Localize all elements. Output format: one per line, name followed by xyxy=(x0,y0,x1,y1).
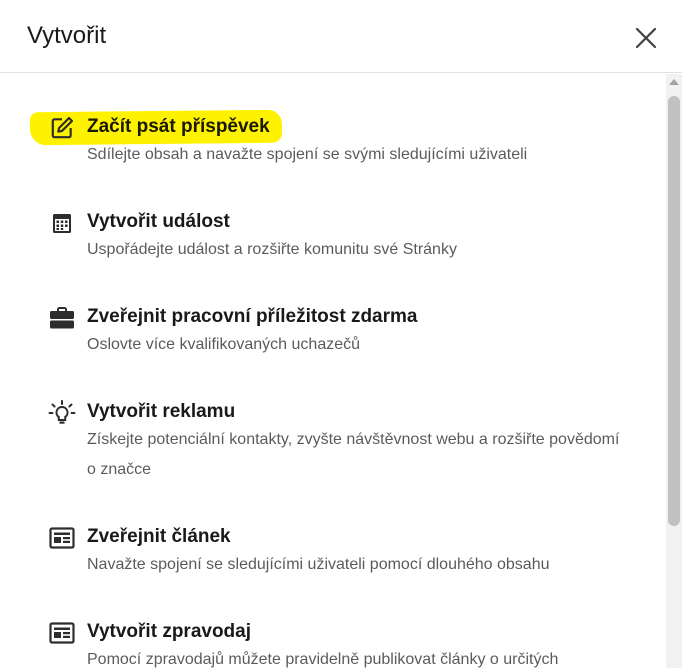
menu-item-title: Začít psát příspěvek xyxy=(87,116,270,137)
article-icon xyxy=(48,524,76,552)
menu-item-description: Pomocí zpravodajů můžete pravidelně publ… xyxy=(87,651,559,668)
edit-icon xyxy=(48,114,76,142)
menu-item-description: Sdílejte obsah a navažte spojení se svým… xyxy=(87,146,528,163)
menu-item-title: Zveřejnit pracovní příležitost zdarma xyxy=(87,306,418,327)
newsletter-icon xyxy=(48,619,76,647)
close-button[interactable] xyxy=(630,22,662,54)
menu-item-description: Získejte potenciální kontakty, zvyšte ná… xyxy=(87,431,620,478)
menu-item-title: Vytvořit událost xyxy=(87,211,230,232)
menu-item-publish-article[interactable]: Zveřejnit článek Navažte spojení se sled… xyxy=(0,514,666,584)
close-icon xyxy=(635,27,657,49)
menu-list: Začít psát příspěvek Sdílejte obsah a na… xyxy=(0,74,666,668)
modal-header: Vytvořit xyxy=(0,0,682,73)
menu-item-description: Navažte spojení se sledujícími uživateli… xyxy=(87,556,550,573)
calendar-icon xyxy=(48,209,76,237)
menu-item-create-ad[interactable]: Vytvořit reklamu Získejte potenciální ko… xyxy=(0,389,666,489)
menu-item-post-job[interactable]: Zveřejnit pracovní příležitost zdarma Os… xyxy=(0,294,666,364)
menu-item-create-newsletter[interactable]: Vytvořit zpravodaj Pomocí zpravodajů můž… xyxy=(0,609,666,668)
menu-item-title: Zveřejnit článek xyxy=(87,526,231,547)
menu-item-description: Uspořádejte událost a rozšiřte komunitu … xyxy=(87,241,457,258)
scrollbar-thumb[interactable] xyxy=(668,96,680,526)
lightbulb-icon xyxy=(48,399,76,427)
briefcase-icon xyxy=(48,304,76,332)
menu-item-create-event[interactable]: Vytvořit událost Uspořádejte událost a r… xyxy=(0,199,666,269)
modal-title: Vytvořit xyxy=(27,22,107,49)
menu-item-title: Vytvořit zpravodaj xyxy=(87,621,252,642)
scroll-up-arrow-icon[interactable] xyxy=(669,79,679,85)
menu-item-description: Oslovte více kvalifikovaných uchazečů xyxy=(87,336,361,353)
menu-item-title: Vytvořit reklamu xyxy=(87,401,236,422)
menu-item-start-post[interactable]: Začít psát příspěvek Sdílejte obsah a na… xyxy=(0,104,666,174)
